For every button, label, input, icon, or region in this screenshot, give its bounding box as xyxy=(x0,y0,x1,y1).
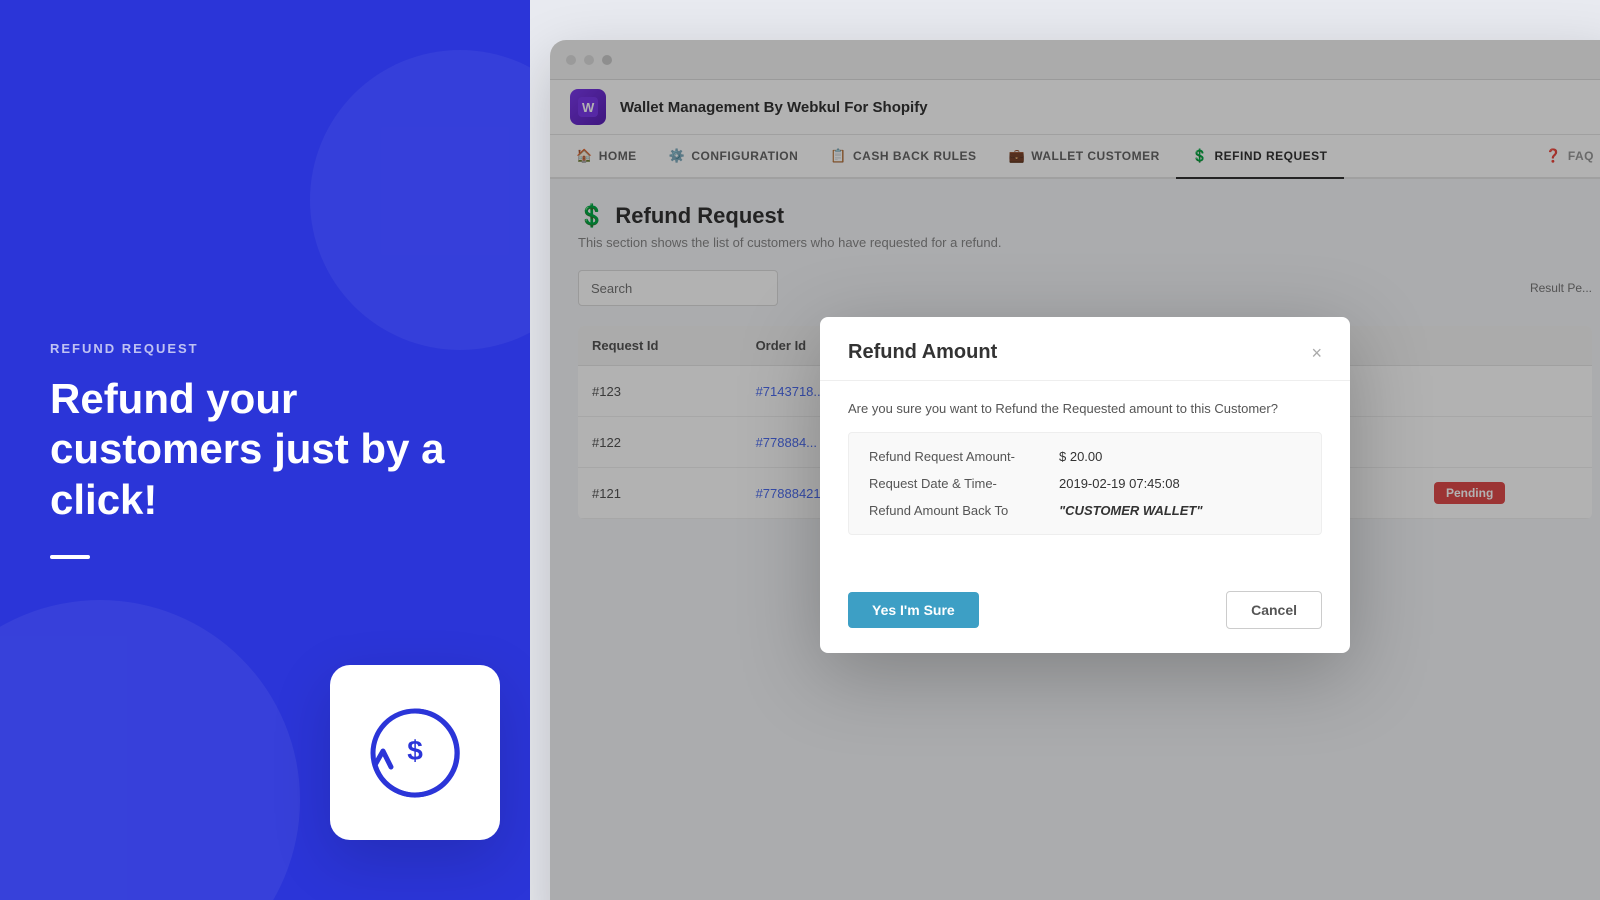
modal-header: Refund Amount × xyxy=(820,317,1350,381)
modal-body: Are you sure you want to Refund the Requ… xyxy=(820,381,1350,575)
modal-info-value-1: $ 20.00 xyxy=(1059,449,1102,464)
modal-info-label-3: Refund Amount Back To xyxy=(869,503,1059,518)
left-title: Refund your customers just by a click! xyxy=(50,374,480,525)
modal-footer: Yes I'm Sure Cancel xyxy=(820,575,1350,653)
confirm-button[interactable]: Yes I'm Sure xyxy=(848,592,979,628)
right-panel: W Wallet Management By Webkul For Shopif… xyxy=(530,0,1600,900)
modal: Refund Amount × Are you sure you want to… xyxy=(820,317,1350,653)
modal-question: Are you sure you want to Refund the Requ… xyxy=(848,401,1322,416)
left-panel: REFUND REQUEST Refund your customers jus… xyxy=(0,0,530,900)
modal-title: Refund Amount xyxy=(848,341,997,364)
modal-info-row-2: Request Date & Time- 2019-02-19 07:45:08 xyxy=(869,476,1301,491)
refund-icon: $ xyxy=(365,703,465,803)
left-divider xyxy=(50,555,90,559)
modal-info-label-2: Request Date & Time- xyxy=(869,476,1059,491)
cancel-button[interactable]: Cancel xyxy=(1226,591,1322,629)
modal-info-row-1: Refund Request Amount- $ 20.00 xyxy=(869,449,1301,464)
modal-info-value-3: "CUSTOMER WALLET" xyxy=(1059,503,1203,518)
modal-info-box: Refund Request Amount- $ 20.00 Request D… xyxy=(848,432,1322,535)
browser-window: W Wallet Management By Webkul For Shopif… xyxy=(550,40,1600,900)
modal-info-label-1: Refund Request Amount- xyxy=(869,449,1059,464)
modal-overlay: Refund Amount × Are you sure you want to… xyxy=(550,40,1600,900)
svg-text:$: $ xyxy=(407,735,423,766)
modal-close-button[interactable]: × xyxy=(1311,344,1322,362)
modal-info-row-3: Refund Amount Back To "CUSTOMER WALLET" xyxy=(869,503,1301,518)
left-label: REFUND REQUEST xyxy=(50,341,480,356)
modal-info-value-2: 2019-02-19 07:45:08 xyxy=(1059,476,1180,491)
icon-card: $ xyxy=(330,665,500,840)
